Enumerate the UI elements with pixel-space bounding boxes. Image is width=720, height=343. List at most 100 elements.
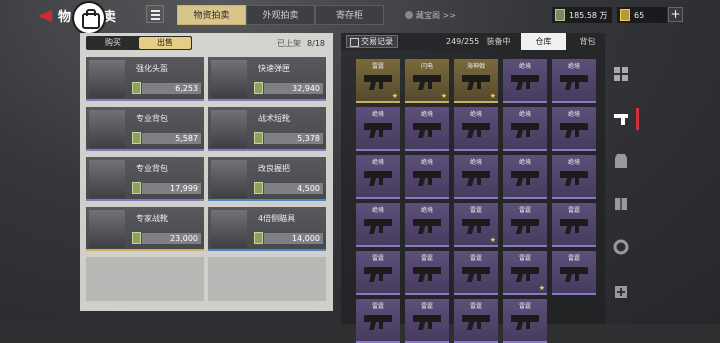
menu-button[interactable] <box>146 5 164 23</box>
inventory-item[interactable]: 雷霆 <box>503 299 547 343</box>
inventory-item[interactable]: 绝境 <box>552 107 596 151</box>
inventory-item[interactable]: 雷霆 <box>454 299 498 343</box>
rifle-icon <box>462 75 490 89</box>
cash-icon <box>254 232 263 244</box>
buy-sell-toggle: 购买 出售 <box>86 36 192 50</box>
item-name: 绝境 <box>469 111 482 118</box>
inventory-item[interactable]: 绝境 <box>454 107 498 151</box>
inventory-item[interactable]: 闪电 ★ <box>405 59 449 103</box>
cash-icon <box>254 82 263 94</box>
item-name: 雷霆 <box>371 255 384 262</box>
empty-listing-slot[interactable] <box>208 257 326 301</box>
inventory-item[interactable]: 雷霆 ★ <box>454 203 498 247</box>
tab-warehouse[interactable]: 仓库 <box>521 33 566 50</box>
inventory-item[interactable]: 绝境 <box>356 155 400 199</box>
listing-slot[interactable]: 改良握把 4,500 <box>208 157 326 201</box>
helmet-icon <box>89 60 125 98</box>
item-name: 专家战靴 <box>136 214 168 223</box>
grid-icon[interactable] <box>613 66 629 82</box>
inventory-item[interactable]: 绝境 <box>356 107 400 151</box>
listing-slot[interactable]: 专家战靴 23,000 <box>86 207 204 251</box>
item-name: 雷霆 <box>469 207 482 214</box>
rifle-icon <box>462 219 490 233</box>
inventory-item[interactable]: 绝境 <box>454 155 498 199</box>
bag-icon[interactable] <box>74 3 104 33</box>
tab-storage-locker[interactable]: 寄存柜 <box>315 5 384 25</box>
rifle-icon <box>462 171 490 185</box>
medkit-icon[interactable] <box>613 284 629 300</box>
inventory-item[interactable]: 雷霆 ★ <box>503 251 547 295</box>
item-name: 专业背包 <box>136 164 168 173</box>
rifle-icon <box>364 171 392 185</box>
add-currency-button[interactable]: + <box>668 7 683 22</box>
rarity-bar <box>208 249 326 251</box>
listing-slot[interactable]: 战术短靴 5,378 <box>208 107 326 151</box>
inventory-item[interactable]: 绝境 <box>356 203 400 247</box>
rarity-bar <box>86 99 204 101</box>
inventory-item[interactable]: 雷霆 <box>405 299 449 343</box>
item-name: 雷霆 <box>518 255 531 262</box>
inventory-item[interactable]: 绝境 <box>503 155 547 199</box>
inventory-item[interactable]: 绝境 <box>552 59 596 103</box>
rifle-icon <box>413 267 441 281</box>
inventory-header: 交易记录 249/255 装备中 仓库 背包 <box>341 33 605 50</box>
tab-skin-auction[interactable]: 外观拍卖 <box>246 5 315 25</box>
combat-boots-icon <box>89 210 125 248</box>
inventory-item[interactable]: 绝境 <box>552 155 596 199</box>
inventory-panel: 交易记录 249/255 装备中 仓库 背包 雷霆 ★ 闪电 ★ 海神戟 ★ 绝境 绝境 绝境绝… <box>341 33 605 343</box>
gear-icon[interactable] <box>613 239 629 255</box>
inventory-item[interactable]: 雷霆 <box>405 251 449 295</box>
item-name: 雷霆 <box>371 303 384 310</box>
item-name: 绝境 <box>518 63 531 70</box>
rifle-icon <box>364 219 392 233</box>
item-name: 专业背包 <box>136 114 168 123</box>
tab-backpack[interactable]: 背包 <box>565 33 610 50</box>
listing-slot[interactable]: 强化头盔 6,253 <box>86 57 204 101</box>
item-name: 绝境 <box>420 207 433 214</box>
inventory-item[interactable]: 雷霆 <box>454 251 498 295</box>
rifle-icon <box>560 75 588 89</box>
inventory-item[interactable]: 雷霆 <box>552 203 596 247</box>
listing-slot[interactable]: 4倍侧瞄具 14,000 <box>208 207 326 251</box>
inventory-item[interactable]: 雷霆 <box>552 251 596 295</box>
treasure-link[interactable]: 藏宝阁 >> <box>405 10 456 21</box>
inventory-item[interactable]: 海神戟 ★ <box>454 59 498 103</box>
rifle-icon <box>413 123 441 137</box>
rarity-bar <box>86 149 204 151</box>
item-name: 绝境 <box>567 159 580 166</box>
cash-icon <box>254 132 263 144</box>
empty-listing-slot[interactable] <box>86 257 204 301</box>
listed-count: 已上架 8/18 <box>277 38 325 49</box>
inventory-item[interactable]: 雷霆 <box>503 203 547 247</box>
rifle-icon <box>364 267 392 281</box>
top-tabs: 物资拍卖 外观拍卖 寄存柜 <box>177 5 384 25</box>
cash-icon <box>555 9 565 21</box>
trade-history-button[interactable]: 交易记录 <box>346 35 398 48</box>
inventory-item[interactable]: 绝境 <box>405 155 449 199</box>
armor-icon[interactable] <box>613 196 629 212</box>
active-category-indicator <box>636 108 639 130</box>
item-name: 绝境 <box>371 207 384 214</box>
tab-equipped[interactable]: 装备中 <box>476 33 521 50</box>
listing-slot[interactable]: 专业背包 5,587 <box>86 107 204 151</box>
inventory-item[interactable]: 绝境 <box>405 107 449 151</box>
inventory-item[interactable]: 绝境 <box>405 203 449 247</box>
listing-slot[interactable]: 专业背包 17,999 <box>86 157 204 201</box>
tab-supply-auction[interactable]: 物资拍卖 <box>177 5 246 25</box>
back-button[interactable] <box>38 10 52 22</box>
inventory-item[interactable]: 绝境 <box>503 107 547 151</box>
inventory-item[interactable]: 雷霆 <box>356 299 400 343</box>
gold-amount: 65 <box>634 10 645 20</box>
item-name: 战术短靴 <box>258 114 290 123</box>
item-name: 雷霆 <box>567 255 580 262</box>
inventory-item[interactable]: 雷霆 <box>356 251 400 295</box>
sell-tab[interactable]: 出售 <box>139 37 191 49</box>
inventory-item[interactable]: 绝境 <box>503 59 547 103</box>
listing-slot[interactable]: 快速弹匣 32,940 <box>208 57 326 101</box>
inventory-item[interactable]: 雷霆 ★ <box>356 59 400 103</box>
vest-icon[interactable] <box>613 153 629 169</box>
buy-tab[interactable]: 购买 <box>87 37 139 49</box>
rifle-icon <box>511 219 539 233</box>
rifle-icon <box>511 267 539 281</box>
pistol-icon[interactable] <box>613 111 629 127</box>
